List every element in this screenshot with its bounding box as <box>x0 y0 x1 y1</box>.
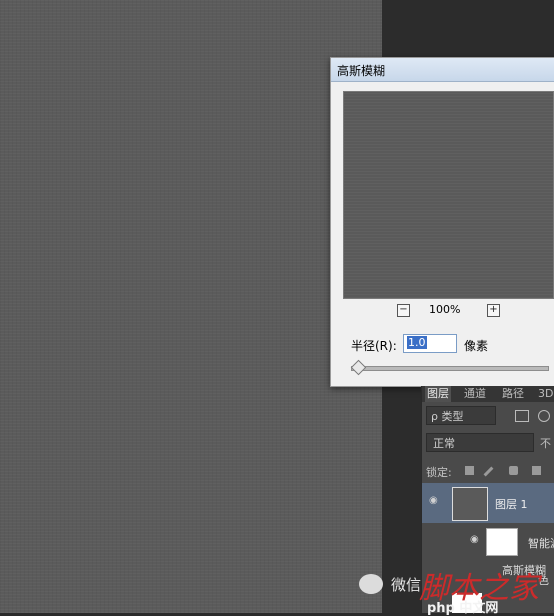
smart-filter-eye-icon[interactable]: ◉ <box>470 534 479 545</box>
panel-tabs: 图层 通道 路径 3D <box>422 386 554 402</box>
lock-position-icon[interactable] <box>509 466 518 475</box>
wechat-icon <box>359 574 383 594</box>
document-canvas[interactable] <box>0 0 382 613</box>
blend-mode-value: 正常 <box>433 437 455 450</box>
lock-pixels-icon[interactable] <box>483 466 494 477</box>
layer-row-1[interactable]: ◉ 图层 1 <box>422 483 554 523</box>
filter-type-label: ρ 类型 <box>431 410 464 423</box>
zoom-in-button[interactable]: + <box>487 304 500 317</box>
watermark: 微信 脚本之家 php 中文网 <box>359 571 554 616</box>
adjustment-filter-icon[interactable] <box>538 410 550 422</box>
smart-filter-mask-thumbnail <box>486 528 518 556</box>
unit-label: 像素 <box>464 339 489 353</box>
radius-label: 半径(R): <box>351 339 397 353</box>
radius-input[interactable]: 1.0 <box>403 334 457 353</box>
layer-name[interactable]: 图层 1 <box>495 496 528 512</box>
radius-value: 1.0 <box>407 336 427 349</box>
smart-filter-row[interactable]: ◉ 智能滤 <box>422 524 554 558</box>
lock-all-icon[interactable] <box>532 466 541 475</box>
zoom-out-button[interactable]: − <box>397 304 410 317</box>
watermark-prefix: 微信 <box>391 576 422 594</box>
blur-preview[interactable] <box>343 91 554 299</box>
tab-layers[interactable]: 图层 <box>425 386 451 402</box>
opacity-label: 不 <box>540 437 551 450</box>
radius-slider[interactable] <box>351 366 549 371</box>
lock-label: 锁定: <box>426 466 452 479</box>
image-filter-icon[interactable] <box>515 410 529 422</box>
lock-transparency-icon[interactable] <box>465 466 474 475</box>
layer-filter-select[interactable]: ρ 类型 <box>426 406 496 425</box>
tab-paths[interactable]: 路径 <box>500 386 526 402</box>
dialog-title: 高斯模糊 <box>337 64 386 78</box>
radius-slider-thumb[interactable] <box>350 359 367 376</box>
smart-filter-label: 智能滤 <box>528 537 554 550</box>
dialog-titlebar[interactable]: 高斯模糊 <box>331 58 554 82</box>
blend-mode-select[interactable]: 正常 <box>426 433 534 452</box>
tab-channels[interactable]: 通道 <box>462 386 488 402</box>
layer-thumbnail <box>452 487 488 521</box>
zoom-controls: − 100% + <box>331 303 554 320</box>
tab-3d[interactable]: 3D <box>536 386 554 402</box>
watermark-sub: php 中文网 <box>427 601 499 616</box>
visibility-eye-icon[interactable]: ◉ <box>429 495 438 506</box>
zoom-value: 100% <box>429 303 461 316</box>
gaussian-blur-dialog: 高斯模糊 − 100% + 半径(R): 1.0 像素 <box>330 57 554 387</box>
